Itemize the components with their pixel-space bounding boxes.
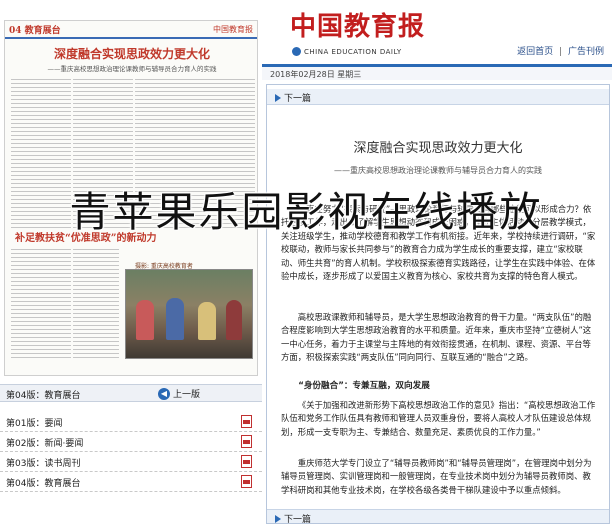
paper-headline[interactable]: 深度融合实现思政效力更大化 xyxy=(5,45,257,62)
pdf-icon[interactable] xyxy=(241,475,252,488)
ads-link[interactable]: 广告刊例 xyxy=(568,47,604,57)
paper-photo xyxy=(125,269,253,359)
page-list-item-label[interactable]: 第04版：教育展台 xyxy=(6,476,80,489)
page-list-item-label[interactable]: 第03版：读书周刊 xyxy=(6,456,80,469)
date-bar: 2018年02月28日 星期三 xyxy=(262,64,612,80)
overlay-watermark-text: 青苹果乐园影视在线播放 xyxy=(69,188,543,236)
globe-icon xyxy=(292,47,301,56)
right-panel: 中国教育报 CHINA EDUCATION DAILY 返回首页 | 广告刊例 … xyxy=(262,0,612,524)
triangle-right-icon xyxy=(275,514,281,523)
next-article-link[interactable]: 下一篇 xyxy=(275,91,311,104)
page-list-item[interactable]: 第03版：读书周刊 xyxy=(0,452,262,472)
article-panel: 下一篇 深度融合实现思政效力更大化 ——重庆高校思想政治理论课教师与辅导员合力育… xyxy=(266,84,610,524)
current-page-label: 第04版：教育展台 xyxy=(6,391,81,401)
article-subtitle: ——重庆高校思想政治理论课教师与辅导员合力育人的实践 xyxy=(334,166,542,175)
brand-english: CHINA EDUCATION DAILY xyxy=(292,47,402,56)
page-list-item-label[interactable]: 第02版：新闻·要闻 xyxy=(6,436,83,449)
page-list-item[interactable]: 第02版：新闻·要闻 xyxy=(0,432,262,452)
article-section-heading: “身份融合”：专兼互融，双向发展 xyxy=(298,381,430,391)
top-links: 返回首页 | 广告刊例 xyxy=(517,44,604,57)
article-title: 深度融合实现思政效力更大化 xyxy=(353,141,523,156)
pdf-icon[interactable] xyxy=(241,435,252,448)
article-paragraph: 高校思政课教师和辅导员，是大学生思想政治教育的骨干力量。“两支队伍”的融合程度影… xyxy=(281,312,592,363)
triangle-right-icon xyxy=(275,93,281,102)
issue-date: 2018年02月28日 星期三 xyxy=(270,70,362,79)
paper-text-column xyxy=(73,249,119,359)
next-article-label: 下一篇 xyxy=(284,515,312,524)
page-list-item-label[interactable]: 第01版：要闻 xyxy=(6,416,62,429)
pdf-icon[interactable] xyxy=(241,415,252,428)
prev-page-button[interactable]: ◀ 上一版 xyxy=(158,387,200,400)
left-panel: 04 教育展台 中国教育报 深度融合实现思政效力更大化 ——重庆高校思想政治理论… xyxy=(0,0,262,524)
next-article-label: 下一篇 xyxy=(284,94,312,104)
next-article-bar-top[interactable]: 下一篇 xyxy=(267,89,609,105)
paper-subheadline: ——重庆高校思想政治理论课教师与辅导员合力育人的实践 xyxy=(47,65,217,73)
arrow-left-icon: ◀ xyxy=(158,387,170,400)
next-article-link[interactable]: 下一篇 xyxy=(275,512,312,524)
paper-page-label: 04 教育展台 xyxy=(9,26,61,36)
article-paragraph: 《关于加强和改进新形势下高校思想政治工作的意见》指出：“高校思想政治工作队伍和党… xyxy=(281,400,596,437)
brand-english-text: CHINA EDUCATION DAILY xyxy=(304,47,402,56)
paper-mini-logo: 中国教育报 xyxy=(213,25,253,34)
paper-header: 04 教育展台 中国教育报 xyxy=(5,21,257,39)
article-paragraph: 重庆师范大学专门设立了“辅导员教师岗”和“辅导员管理岗”，在管理岗中划分为辅导员… xyxy=(281,458,592,495)
page-list-item[interactable]: 第04版：教育展台 xyxy=(0,472,262,492)
page-list: 第01版：要闻 第02版：新闻·要闻 第03版：读书周刊 第04版：教育展台 xyxy=(0,412,262,492)
home-link[interactable]: 返回首页 xyxy=(517,47,553,57)
link-separator: | xyxy=(559,47,563,57)
pdf-icon[interactable] xyxy=(241,455,252,468)
next-article-bar-bottom[interactable]: 下一篇 xyxy=(267,509,609,524)
brand-logo[interactable]: 中国教育报 xyxy=(290,6,425,43)
page-nav-bar: 第04版：教育展台 ◀ 上一版 xyxy=(0,384,262,402)
paper-text-column xyxy=(11,249,71,359)
prev-page-label: 上一版 xyxy=(173,390,201,400)
page-list-item[interactable]: 第01版：要闻 xyxy=(0,412,262,432)
